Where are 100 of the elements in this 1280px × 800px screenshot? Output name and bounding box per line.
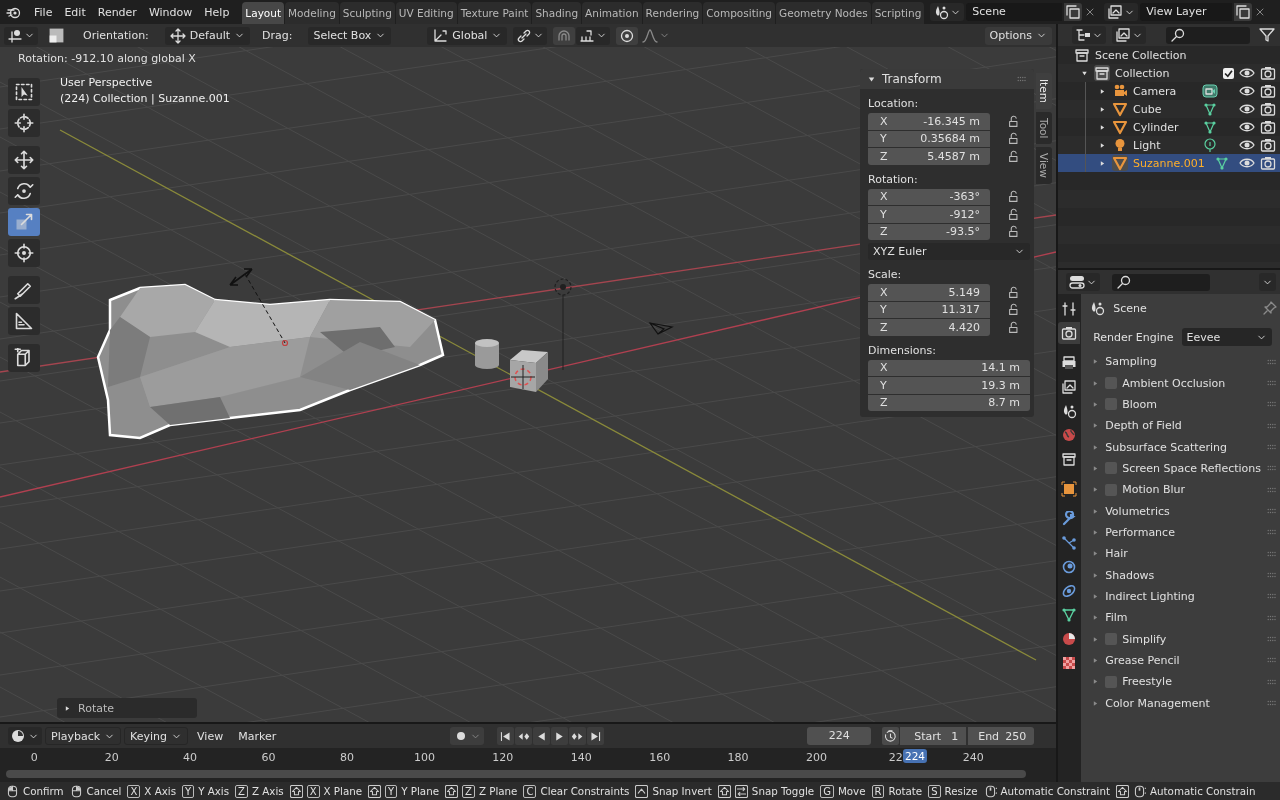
number-field[interactable]: X 5.149 xyxy=(868,284,990,301)
tree-item[interactable]: Scene Collection xyxy=(1095,48,1187,62)
view-layer-selector[interactable] xyxy=(1104,3,1139,21)
view-layer-name-field[interactable]: View Layer xyxy=(1140,3,1233,21)
timeline-scrollbar[interactable] xyxy=(6,770,1026,778)
lock-icon[interactable] xyxy=(1008,114,1021,128)
number-field[interactable]: Z 8.7 m xyxy=(868,394,1030,411)
tree-item[interactable]: Camera xyxy=(1133,84,1193,98)
transform-orientation-dropdown[interactable]: Global xyxy=(427,26,508,45)
search-field[interactable] xyxy=(1166,26,1250,44)
number-field[interactable]: X 14.1 m xyxy=(868,359,1030,376)
camera-icon[interactable] xyxy=(1260,83,1276,99)
tool-button[interactable] xyxy=(8,239,40,267)
panel-header[interactable]: Indirect Lighting xyxy=(1105,589,1195,603)
panel-header[interactable]: Shadows xyxy=(1105,568,1155,582)
workspace-tab[interactable]: Shading xyxy=(532,2,582,24)
lock-icon[interactable] xyxy=(1008,190,1021,204)
last-operator-panel[interactable]: Rotate xyxy=(57,698,197,718)
mesh-data-icon[interactable] xyxy=(1202,101,1218,117)
panel-header[interactable]: Performance xyxy=(1105,525,1175,539)
number-field[interactable]: X -363° xyxy=(868,188,990,205)
tool-button[interactable] xyxy=(8,78,40,106)
number-field[interactable]: Y 0.35684 m xyxy=(868,130,990,147)
lock-icon[interactable] xyxy=(1008,285,1021,299)
properties-tab[interactable] xyxy=(1058,322,1080,344)
view-layer-selector[interactable] xyxy=(1112,26,1146,44)
preview-range-toggle[interactable] xyxy=(882,727,900,745)
lock-icon[interactable] xyxy=(1008,303,1021,317)
camera-icon[interactable] xyxy=(1260,119,1276,135)
sidebar-tab[interactable]: Tool xyxy=(1036,111,1052,145)
drag-dropdown[interactable]: Select Box xyxy=(308,26,392,45)
panel-header[interactable]: Ambient Occlusion xyxy=(1122,376,1226,390)
search-field[interactable] xyxy=(1112,273,1210,291)
menu-item[interactable]: View xyxy=(191,726,230,746)
tool-button[interactable] xyxy=(8,344,40,372)
number-field[interactable]: X -16.345 m xyxy=(868,113,990,130)
menu-item[interactable]: Render xyxy=(91,2,143,22)
checkbox[interactable] xyxy=(1105,462,1118,475)
rotation-mode-dropdown[interactable]: XYZ Euler xyxy=(868,243,1030,260)
lock-icon[interactable] xyxy=(1008,225,1021,239)
pivot-point-selector[interactable] xyxy=(513,26,548,45)
lock-icon[interactable] xyxy=(1008,149,1021,163)
editor-type-selector[interactable] xyxy=(4,26,38,45)
menu-item[interactable]: Help xyxy=(198,2,236,22)
number-field[interactable]: Z 5.4587 m xyxy=(868,148,990,165)
proportional-editing-toggle[interactable] xyxy=(616,26,639,45)
workspace-tab[interactable]: UV Editing xyxy=(395,2,457,24)
properties-tab[interactable] xyxy=(1058,478,1080,500)
lock-icon[interactable] xyxy=(1008,207,1021,221)
panel-header[interactable]: Sampling xyxy=(1105,355,1157,369)
tool-button[interactable] xyxy=(8,109,40,137)
workspace-tab[interactable]: Rendering xyxy=(642,2,703,24)
menu-item[interactable]: Edit xyxy=(58,2,92,22)
current-frame-field[interactable]: 224 xyxy=(807,727,872,745)
options-dropdown[interactable]: Options xyxy=(984,26,1052,45)
checkbox[interactable] xyxy=(1105,398,1118,411)
number-field[interactable]: Y -912° xyxy=(868,206,990,223)
panel-header[interactable]: Depth of Field xyxy=(1105,419,1182,433)
tree-item[interactable]: Cylinder xyxy=(1133,120,1193,134)
tool-button[interactable] xyxy=(8,177,40,205)
menu-item[interactable]: Window xyxy=(142,2,199,22)
jump-to-start-button[interactable] xyxy=(497,727,515,745)
lock-icon[interactable] xyxy=(1008,320,1021,334)
camera-icon[interactable] xyxy=(1260,137,1276,153)
tool-button[interactable] xyxy=(8,307,40,335)
workspace-tab[interactable]: Texture Paint xyxy=(457,2,532,24)
snap-toggle[interactable] xyxy=(553,26,576,45)
camera-icon[interactable] xyxy=(1260,101,1276,117)
active-tool-icon[interactable] xyxy=(48,27,65,44)
camera-data-icon[interactable] xyxy=(1202,83,1218,99)
workspace-tab[interactable]: Animation xyxy=(582,2,642,24)
menu-item[interactable]: Marker xyxy=(232,726,283,746)
end-frame-field[interactable]: End 250 xyxy=(968,727,1035,745)
menu-item[interactable]: File xyxy=(28,2,59,22)
start-frame-field[interactable]: Start 1 xyxy=(900,727,967,745)
workspace-tab[interactable]: Modeling xyxy=(285,2,339,24)
pin-icon[interactable] xyxy=(1262,300,1278,316)
light-data-icon[interactable] xyxy=(1202,137,1218,153)
workspace-tab[interactable]: Layout xyxy=(242,2,285,24)
panel-header[interactable]: Color Management xyxy=(1105,696,1210,710)
duplicate-icon[interactable] xyxy=(1234,3,1253,21)
panel-header[interactable]: Freestyle xyxy=(1122,675,1172,689)
editor-type-selector[interactable] xyxy=(1066,273,1100,291)
sidebar-tab[interactable]: View xyxy=(1036,147,1052,185)
panel-header[interactable]: Screen Space Reflections xyxy=(1122,461,1261,475)
checkbox[interactable] xyxy=(1105,675,1118,688)
panel-header[interactable]: Bloom xyxy=(1122,397,1157,411)
panel-header[interactable]: Grease Pencil xyxy=(1105,654,1180,667)
camera-icon[interactable] xyxy=(1260,155,1276,171)
options-dropdown[interactable] xyxy=(1259,273,1276,291)
menu-dropdown[interactable]: Playback xyxy=(45,727,122,745)
workspace-tab[interactable]: Geometry Nodes xyxy=(776,2,871,24)
playhead-frame[interactable]: 224 xyxy=(903,749,927,763)
sidebar-tab[interactable]: Item xyxy=(1036,73,1052,109)
panel-header[interactable]: Volumetrics xyxy=(1105,504,1170,518)
mesh-data-icon[interactable] xyxy=(1202,119,1218,135)
panel-header[interactable]: Simplify xyxy=(1122,632,1167,646)
snap-target-selector[interactable] xyxy=(576,26,611,45)
menu-dropdown[interactable]: Keying xyxy=(124,727,189,745)
number-field[interactable]: Z 4.420 xyxy=(868,319,990,336)
